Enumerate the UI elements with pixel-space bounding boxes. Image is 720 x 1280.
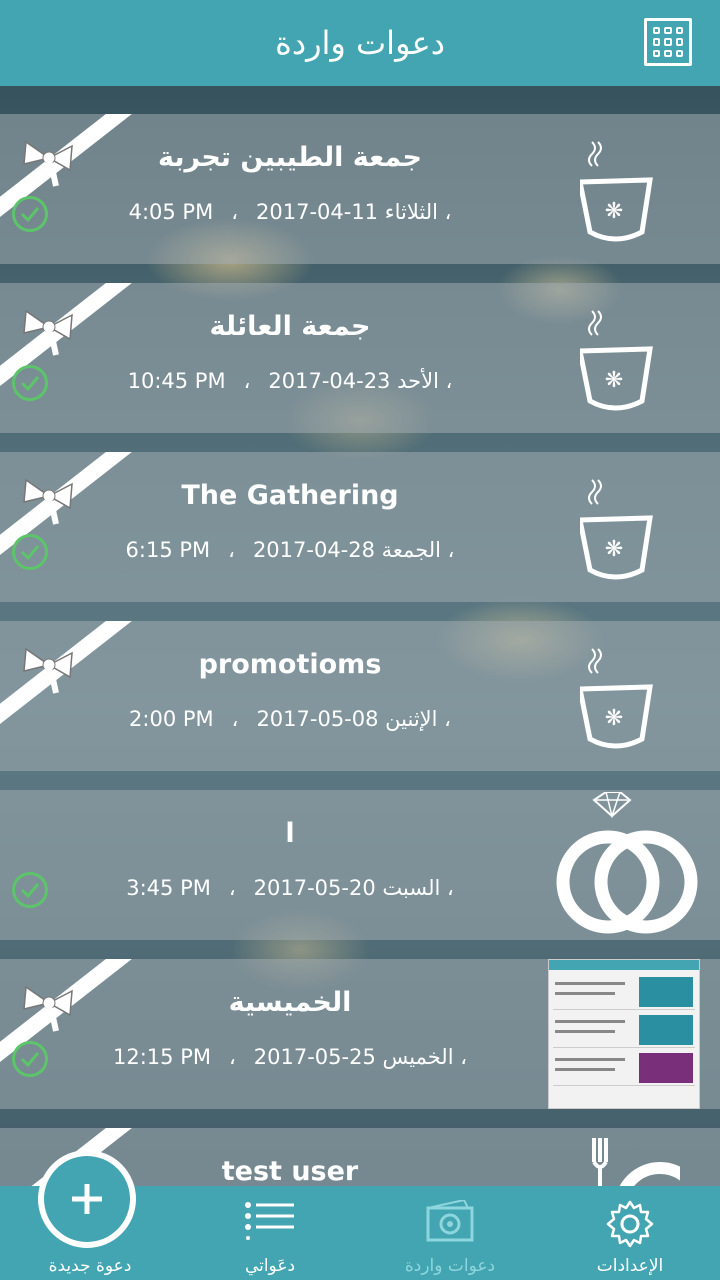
invitation-date: 2017-05-25 bbox=[253, 1045, 376, 1069]
invitation-datetime: 3:45 PM ، 2017-05-20 السبت ، bbox=[60, 876, 520, 900]
inbox-card-icon bbox=[426, 1200, 474, 1242]
meta-separator: ، bbox=[228, 538, 235, 562]
invitation-card[interactable]: جمعة العائلة 10:45 PM ، 2017-04-23 الأحد ،… bbox=[0, 283, 720, 433]
list-icon bbox=[245, 1202, 294, 1240]
check-icon bbox=[12, 196, 48, 232]
invitation-title: جمعة العائلة bbox=[209, 311, 371, 342]
invitation-time: 12:15 PM bbox=[113, 1045, 211, 1069]
grid-logo-icon[interactable] bbox=[644, 18, 692, 66]
invitation-datetime: 2:00 PM ، 2017-05-08 الإثنين ، bbox=[60, 707, 520, 731]
invitation-date: 2017-04-28 bbox=[252, 538, 375, 562]
invitation-date: 2017-05-08 bbox=[256, 707, 379, 731]
invitation-datetime: 6:15 PM ، 2017-04-28 الجمعة ، bbox=[60, 538, 520, 562]
tab-label: الإعدادات bbox=[596, 1256, 664, 1276]
cup-icon: ❋ bbox=[580, 479, 653, 580]
invitation-title: promotioms bbox=[198, 649, 382, 680]
check-icon bbox=[12, 365, 48, 401]
svg-text:❋: ❋ bbox=[605, 537, 623, 562]
tab-settings[interactable]: الإعدادات bbox=[540, 1186, 720, 1280]
invitation-card[interactable]: الخميسية 12:15 PM ، 2017-05-25 الخميس ، bbox=[0, 959, 720, 1109]
cup-icon: ❋ bbox=[580, 141, 653, 242]
plus-icon bbox=[72, 1184, 102, 1214]
rings-icon bbox=[556, 792, 698, 934]
invitation-time: 4:05 PM bbox=[128, 200, 214, 224]
invitation-time: 2:00 PM bbox=[129, 707, 214, 731]
tab-label: دعوات واردة bbox=[404, 1256, 496, 1276]
thumbnail-image bbox=[548, 959, 700, 1109]
invitation-card[interactable]: ا 3:45 PM ، 2017-05-20 السبت ، bbox=[0, 790, 720, 940]
app-header: دعوات واردة bbox=[0, 0, 720, 86]
svg-text:❋: ❋ bbox=[605, 706, 623, 731]
invitation-day: الثلاثاء ، bbox=[384, 200, 452, 224]
meta-separator: ، bbox=[231, 200, 238, 224]
invitation-day: الخميس ، bbox=[382, 1045, 468, 1069]
check-icon bbox=[12, 534, 48, 570]
meta-separator: ، bbox=[228, 1045, 236, 1069]
invitation-day: الجمعة ، bbox=[381, 538, 455, 562]
invitation-card[interactable]: promotioms 2:00 PM ، 2017-05-08 الإثنين ، … bbox=[0, 621, 720, 771]
svg-text:❋: ❋ bbox=[605, 368, 623, 393]
tab-label: دعوة جديدة bbox=[48, 1256, 132, 1276]
invitation-day: الأحد ، bbox=[397, 369, 453, 393]
invitation-datetime: 4:05 PM ، 2017-04-11 الثلاثاء ، bbox=[60, 200, 520, 224]
invitation-day: الإثنين ، bbox=[385, 707, 451, 731]
gear-icon bbox=[606, 1200, 654, 1248]
invitation-card[interactable]: The Gathering 6:15 PM ، 2017-04-28 الجمعة … bbox=[0, 452, 720, 602]
invitation-title: The Gathering bbox=[181, 480, 399, 511]
meta-separator: ، bbox=[228, 876, 236, 900]
invitation-title: جمعة الطيبين تجربة bbox=[158, 142, 422, 173]
invitation-date: 2017-05-20 bbox=[253, 876, 376, 900]
invitation-time: 6:15 PM bbox=[125, 538, 211, 562]
tab-label: دعَواتي bbox=[244, 1256, 296, 1276]
invitation-title: ا bbox=[285, 818, 295, 849]
invitation-time: 10:45 PM bbox=[127, 369, 226, 393]
page-title: دعوات واردة bbox=[275, 24, 445, 62]
svg-text:❋: ❋ bbox=[605, 199, 623, 224]
invitation-date: 2017-04-11 bbox=[256, 200, 379, 224]
check-icon bbox=[12, 872, 48, 908]
invitation-time: 3:45 PM bbox=[126, 876, 211, 900]
tab-incoming-invitations[interactable]: دعوات واردة bbox=[360, 1186, 540, 1280]
meta-separator: ، bbox=[231, 707, 239, 731]
invitation-day: السبت ، bbox=[382, 876, 454, 900]
invitation-datetime: 10:45 PM ، 2017-04-23 الأحد ، bbox=[60, 369, 520, 393]
check-icon bbox=[12, 1041, 48, 1077]
invitation-datetime: 12:15 PM ، 2017-05-25 الخميس ، bbox=[60, 1045, 520, 1069]
meta-separator: ، bbox=[243, 369, 251, 393]
invitation-title: الخميسية bbox=[228, 987, 352, 1018]
cup-icon: ❋ bbox=[580, 310, 653, 411]
tab-my-invitations[interactable]: دعَواتي bbox=[180, 1186, 360, 1280]
invitation-card[interactable]: جمعة الطيبين تجربة 4:05 PM ، 2017-04-11 ال… bbox=[0, 114, 720, 264]
cup-icon: ❋ bbox=[580, 648, 653, 749]
invitation-date: 2017-04-23 bbox=[268, 369, 391, 393]
new-invitation-button[interactable] bbox=[38, 1150, 136, 1248]
